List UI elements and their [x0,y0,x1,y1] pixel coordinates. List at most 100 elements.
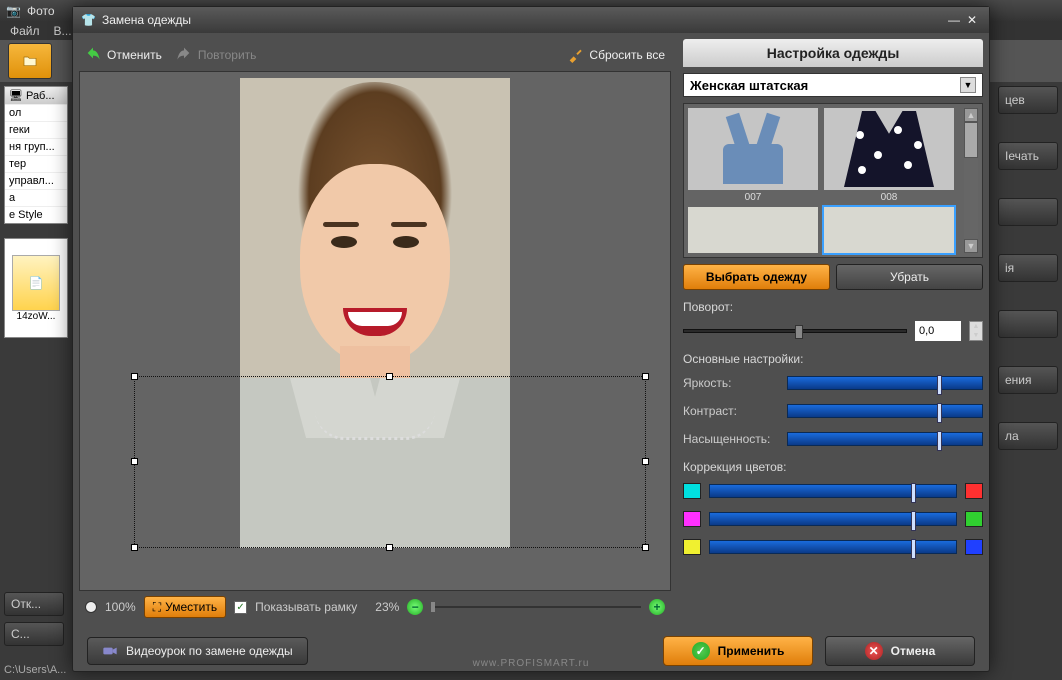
sidebar-header: 🖥 Раб... [5,87,67,104]
color-cyan-slider[interactable] [709,484,957,498]
undo-label: Отменить [107,48,162,62]
brightness-label: Яркость: [683,376,779,390]
resize-handle[interactable] [131,458,138,465]
bg-right-button[interactable] [998,310,1058,338]
scroll-down-button[interactable]: ▼ [964,239,978,253]
gallery-item-label: 008 [881,192,898,203]
gallery-item-selected[interactable] [824,207,954,253]
menu-v[interactable]: В... [54,24,72,38]
gallery-scrollbar[interactable]: ▲ ▼ [964,108,978,253]
sidebar-item[interactable]: геки [5,121,67,138]
clothes-dialog: 👕 Замена одежды ― ✕ Отменить Повторить С… [72,6,990,672]
bg-bottom-button[interactable]: С... [4,622,64,646]
fit-button[interactable]: ⛶ Уместить [144,596,226,618]
bg-right-button[interactable]: Іечать [998,142,1058,170]
bg-right-button[interactable]: ения [998,366,1058,394]
resize-handle[interactable] [642,544,649,551]
sidebar-item[interactable]: а [5,189,67,206]
undo-icon [85,47,101,63]
open-folder-button[interactable] [8,43,52,79]
sidebar-item[interactable]: управл... [5,172,67,189]
clothes-category-select[interactable]: Женская штатская ▼ [683,73,983,97]
undo-button[interactable]: Отменить [85,47,162,63]
zoom-out-button[interactable]: − [407,599,423,615]
app-title: Фото [27,4,55,18]
close-button[interactable]: ✕ [963,13,981,27]
gallery-item[interactable] [688,207,818,253]
basic-settings-label: Основные настройки: [683,352,983,366]
file-thumbnail-label: 14zoW... [17,311,56,322]
redo-label: Повторить [198,48,257,62]
reset-button[interactable]: Сбросить все [567,47,665,63]
sidebar-header-label: Раб... [26,90,55,102]
sidebar-item[interactable]: e Style [5,206,67,223]
video-tutorial-label: Видеоурок по замене одежды [126,644,293,658]
canvas[interactable] [79,71,671,591]
gallery-item[interactable] [688,108,818,190]
sidebar-item[interactable]: тер [5,155,67,172]
broom-icon [567,47,583,63]
choose-clothes-button[interactable]: Выбрать одежду [683,264,830,290]
zoom-in-button[interactable]: + [649,599,665,615]
scroll-up-button[interactable]: ▲ [964,108,978,122]
color-green-swatch [965,511,983,527]
saturation-label: Насыщенность: [683,432,779,446]
watermark: www.PROFISMART.ru [473,658,590,669]
settings-panel-title: Настройка одежды [683,39,983,67]
scroll-thumb[interactable] [964,122,978,158]
folder-icon [22,53,38,69]
resize-handle[interactable] [386,544,393,551]
remove-clothes-button[interactable]: Убрать [836,264,983,290]
apply-label: Применить [718,644,785,658]
zoom-slider[interactable] [431,606,641,608]
cancel-button[interactable]: ✕ Отмена [825,636,975,666]
color-blue-swatch [965,539,983,555]
monitor-icon: 🖥 [9,89,23,102]
menu-file[interactable]: Файл [10,24,40,38]
rotate-slider[interactable] [683,329,907,333]
minimize-button[interactable]: ― [945,13,963,27]
saturation-slider[interactable] [787,432,983,446]
resize-handle[interactable] [386,373,393,380]
show-frame-label: Показывать рамку [255,600,357,614]
redo-button[interactable]: Повторить [176,47,257,63]
gallery-item[interactable] [824,108,954,190]
resize-handle[interactable] [131,373,138,380]
zoom-100-label: 100% [105,600,136,614]
apply-button[interactable]: ✓ Применить [663,636,813,666]
contrast-slider[interactable] [787,404,983,418]
contrast-label: Контраст: [683,404,779,418]
dialog-title: Замена одежды [102,13,945,27]
resize-handle[interactable] [131,544,138,551]
sidebar-item[interactable]: ол [5,104,67,121]
bg-right-button[interactable] [998,198,1058,226]
rotate-label: Поворот: [683,300,983,314]
fit-icon: ⛶ [153,600,161,615]
clothes-category-value: Женская штатская [690,78,808,93]
sidebar-item[interactable]: ня груп... [5,138,67,155]
bg-right-button[interactable]: ія [998,254,1058,282]
video-tutorial-button[interactable]: Видеоурок по замене одежды [87,637,308,665]
color-red-swatch [965,483,983,499]
color-correction-label: Коррекция цветов: [683,460,983,474]
color-cyan-swatch [683,483,701,499]
color-yellow-slider[interactable] [709,540,957,554]
selection-frame[interactable] [134,376,646,548]
file-icon: 📄 [12,255,60,311]
color-magenta-slider[interactable] [709,512,957,526]
rotate-value[interactable]: 0,0 [915,321,961,341]
polka-dress-icon [844,111,934,187]
color-yellow-swatch [683,539,701,555]
resize-handle[interactable] [642,458,649,465]
resize-handle[interactable] [642,373,649,380]
brightness-slider[interactable] [787,376,983,390]
bg-bottom-button[interactable]: Отк... [4,592,64,616]
zoom-reset-dot[interactable] [85,601,97,613]
bg-right-button[interactable]: цев [998,86,1058,114]
rotate-stepper[interactable]: ▲▼ [969,321,983,341]
check-icon: ✓ [692,642,710,660]
bg-right-button[interactable]: ла [998,422,1058,450]
show-frame-checkbox[interactable]: ✓ [234,601,247,614]
file-thumbnail[interactable]: 📄 14zoW... [4,238,68,338]
status-bar-path: C:\Users\A... [4,664,66,676]
